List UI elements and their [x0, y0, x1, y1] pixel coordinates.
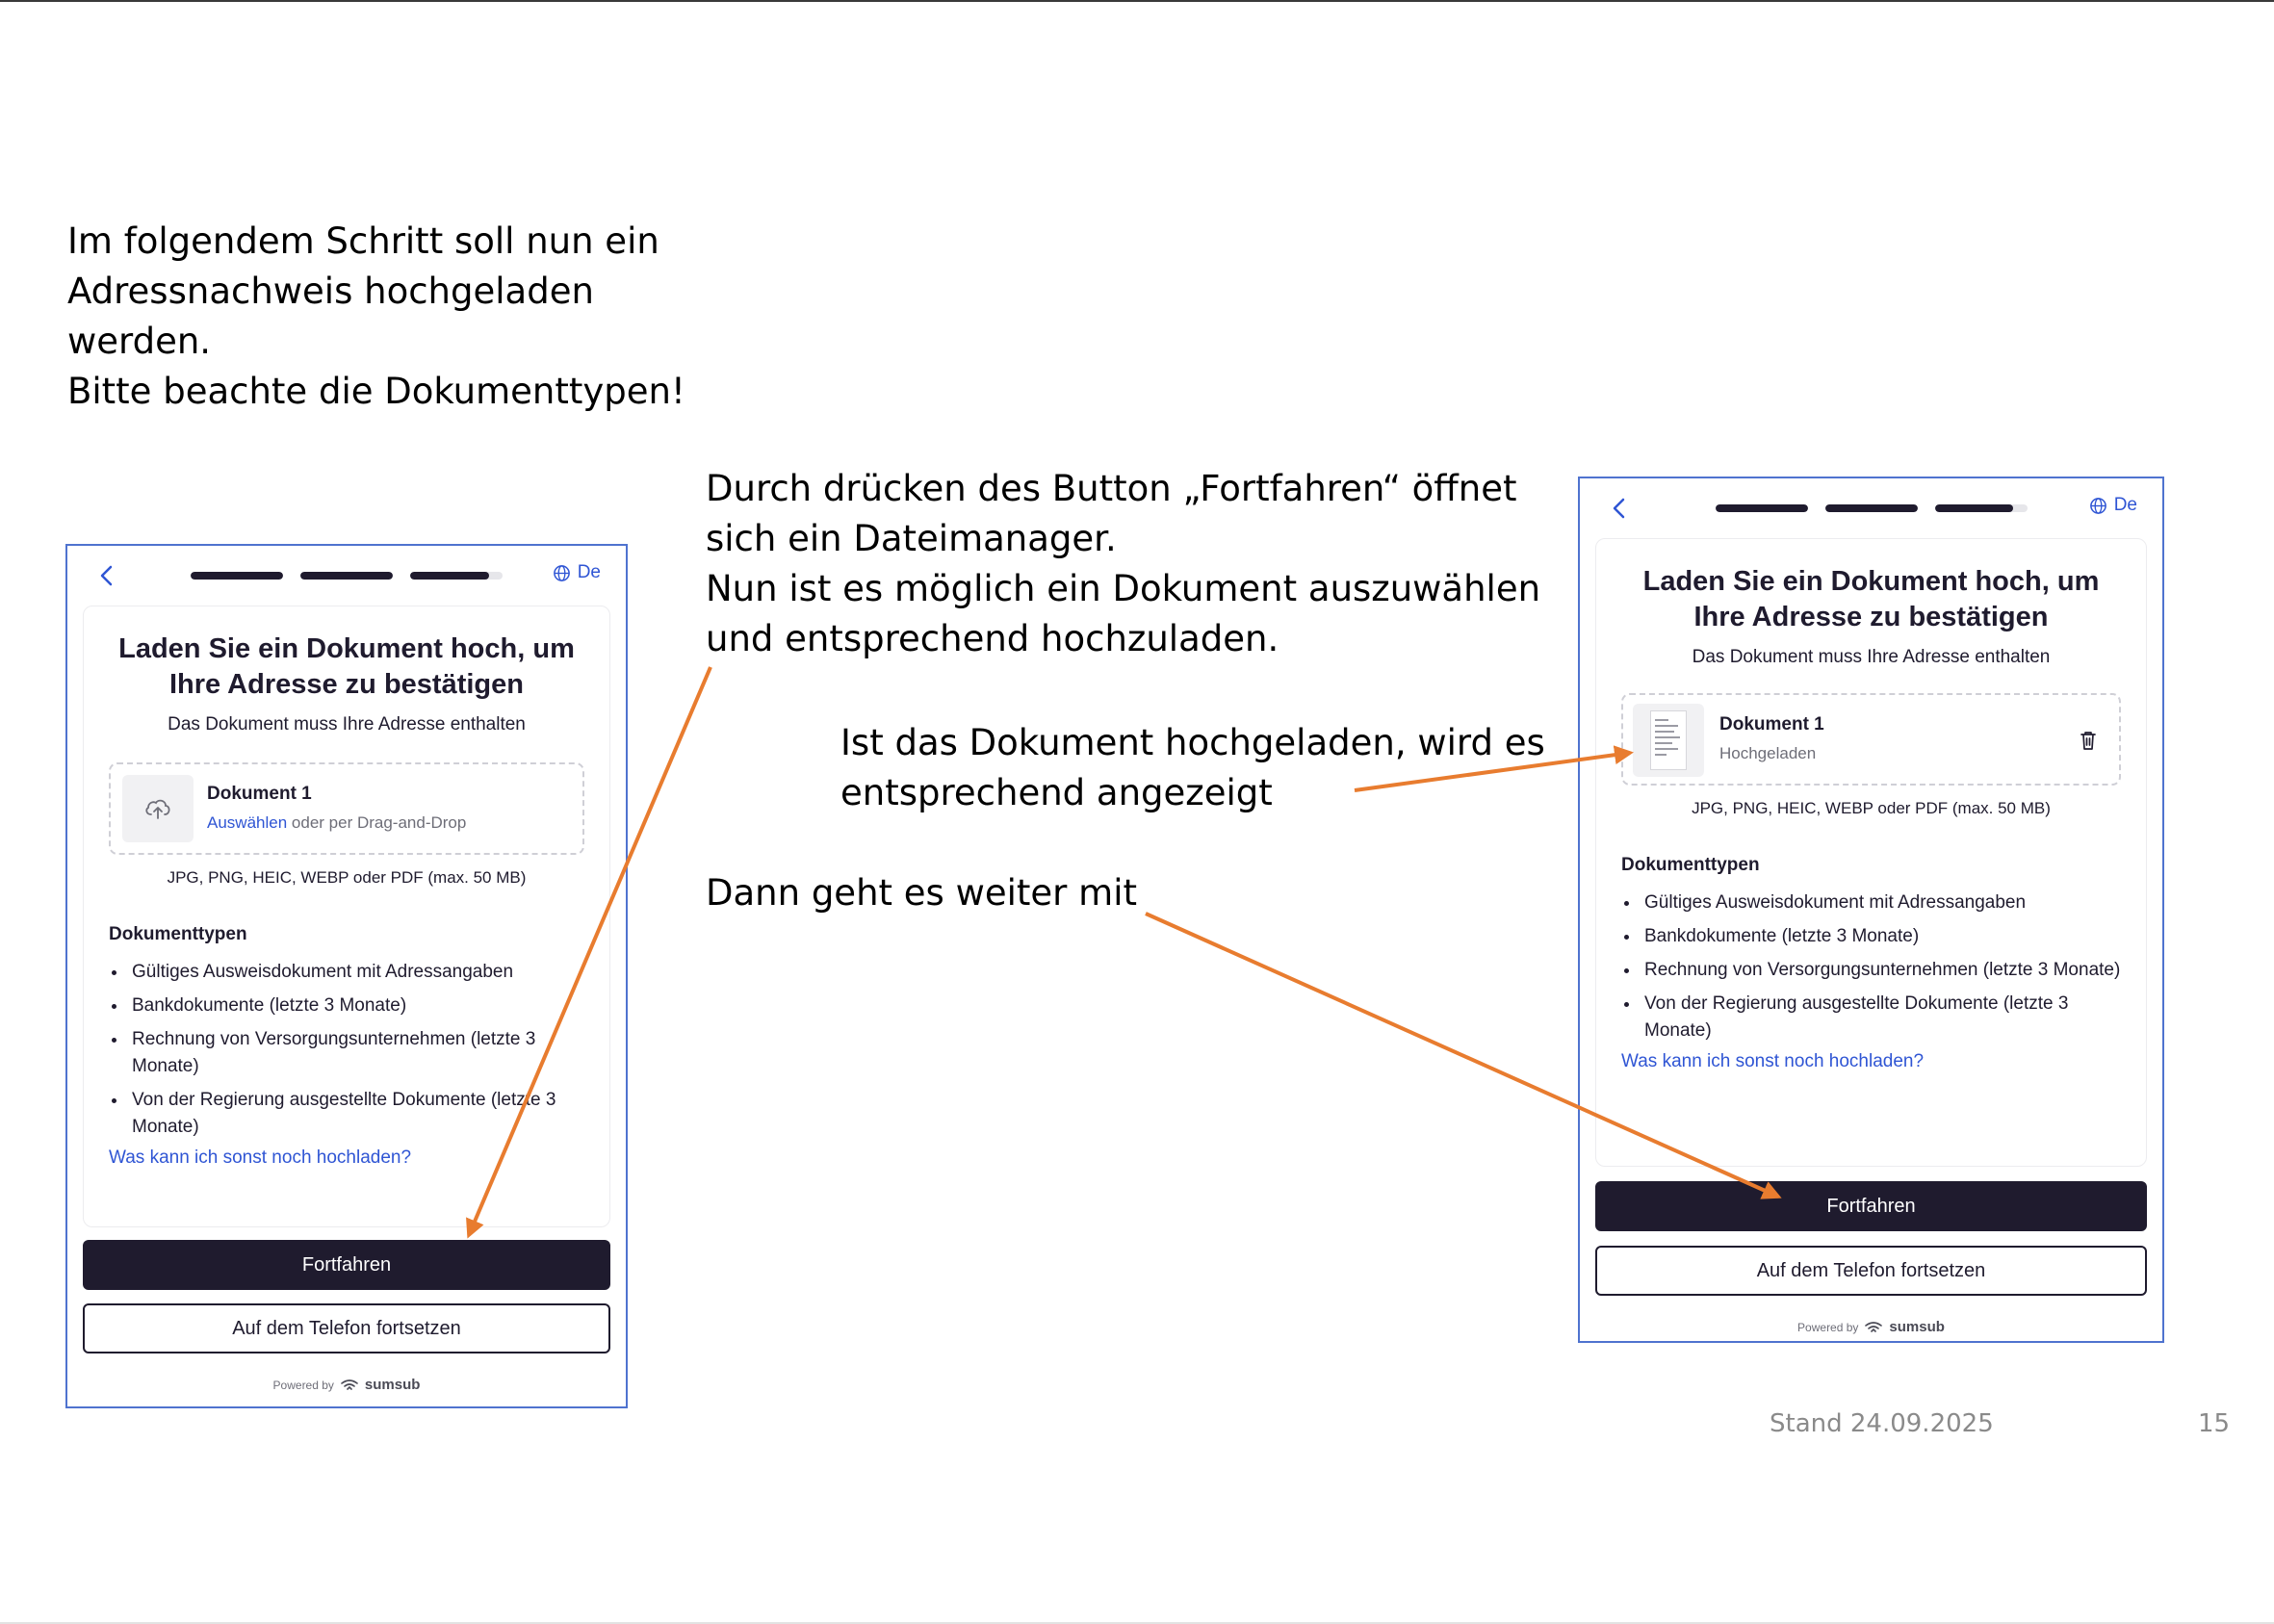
progress-fill	[1715, 504, 1808, 512]
progress-fill	[1824, 504, 1918, 512]
intro-line: Im folgendem Schritt soll nun ein	[67, 220, 659, 262]
progress-segment	[1824, 504, 1918, 512]
progress-segment	[1715, 504, 1808, 512]
phone-mockup-before-upload: De Laden Sie ein Dokument hoch, um Ihre …	[65, 544, 628, 1408]
progress-fill	[1934, 504, 2014, 512]
card-title: Laden Sie ein Dokument hoch, um Ihre Adr…	[1642, 566, 2100, 632]
uploaded-file-box: Dokument 1 Hochgeladen	[1621, 693, 2121, 786]
brand-name: sumsub	[1889, 1319, 1945, 1335]
step-line: Durch drücken des Button „Fortfahren“ öf…	[706, 468, 1517, 509]
slide-date: Stand 24.09.2025	[1770, 1409, 1994, 1438]
doctypes-heading: Dokumenttypen	[109, 924, 247, 944]
step-progress	[191, 572, 503, 580]
step-line: sich ein Dateimanager.	[706, 518, 1117, 559]
upload-dropzone[interactable]: Dokument 1 Auswählen oder per Drag-and-D…	[109, 762, 584, 855]
uploaded-line: entsprechend angezeigt	[840, 772, 1273, 813]
list-item: Gültiges Ausweisdokument mit Adressangab…	[1641, 889, 2121, 916]
progress-segment	[300, 572, 393, 580]
upload-status: Hochgeladen	[1719, 744, 1817, 762]
intro-line: Adressnachweis hochgeladen	[67, 271, 594, 312]
list-item: Rechnung von Versorgungsunternehmen (let…	[1641, 957, 2121, 984]
sumsub-logo-icon	[1865, 1321, 1883, 1332]
drag-drop-text: oder per Drag-and-Drop	[291, 813, 467, 832]
card-title: Laden Sie ein Dokument hoch, um Ihre Adr…	[118, 633, 575, 700]
intro-line: werden.	[67, 321, 212, 362]
step-description: Durch drücken des Button „Fortfahren“ öf…	[706, 464, 1540, 664]
upload-card: Laden Sie ein Dokument hoch, um Ihre Adr…	[83, 606, 610, 1227]
progress-segment	[191, 572, 283, 580]
more-uploads-link[interactable]: Was kann ich sonst noch hochladen?	[109, 1147, 584, 1169]
language-selector[interactable]: De	[2089, 495, 2137, 516]
accepted-formats: JPG, PNG, HEIC, WEBP oder PDF (max. 50 M…	[1692, 799, 2051, 817]
upload-card: Laden Sie ein Dokument hoch, um Ihre Adr…	[1595, 538, 2147, 1167]
intro-line: Bitte beachte die Dokumenttypen!	[67, 371, 685, 412]
progress-fill	[300, 572, 393, 580]
doctypes-list: Gültiges Ausweisdokument mit Adressangab…	[128, 959, 584, 1141]
continue-button[interactable]: Fortfahren	[1595, 1181, 2147, 1231]
document-name: Dokument 1	[1719, 714, 1824, 735]
powered-by-label: Powered by	[272, 1378, 334, 1392]
phone-mockup-uploaded: De Laden Sie ein Dokument hoch, um Ihre …	[1578, 477, 2164, 1343]
globe-icon	[553, 564, 570, 581]
sumsub-logo-icon	[341, 1379, 358, 1390]
back-chevron-icon[interactable]	[1609, 496, 1630, 521]
language-label: De	[577, 562, 601, 582]
language-selector[interactable]: De	[553, 562, 601, 583]
step-progress	[1715, 504, 2028, 512]
brand-name: sumsub	[364, 1377, 421, 1393]
continue-on-phone-button[interactable]: Auf dem Telefon fortsetzen	[1595, 1246, 2147, 1296]
document-page-icon	[1650, 710, 1687, 770]
accepted-formats: JPG, PNG, HEIC, WEBP oder PDF (max. 50 M…	[167, 868, 527, 887]
powered-by-label: Powered by	[1797, 1320, 1859, 1334]
continue-button[interactable]: Fortfahren	[83, 1240, 610, 1290]
step-line: und entsprechend hochzuladen.	[706, 618, 1279, 659]
list-item: Bankdokumente (letzte 3 Monate)	[1641, 923, 2121, 950]
card-subtitle: Das Dokument muss Ihre Adresse enthalten	[1692, 647, 2051, 667]
next-step-description: Dann geht es weiter mit	[706, 868, 1137, 918]
list-item: Bankdokumente (letzte 3 Monate)	[128, 992, 584, 1019]
powered-by: Powered by sumsub	[67, 1377, 626, 1393]
list-item: Von der Regierung ausgestellte Dokumente…	[1641, 991, 2121, 1044]
continue-on-phone-button[interactable]: Auf dem Telefon fortsetzen	[83, 1303, 610, 1353]
document-thumbnail[interactable]	[1633, 704, 1704, 777]
progress-segment	[410, 572, 503, 580]
trash-icon[interactable]	[2079, 730, 2098, 751]
uploaded-description: Ist das Dokument hochgeladen, wird es en…	[840, 718, 1545, 818]
uploaded-line: Ist das Dokument hochgeladen, wird es	[840, 722, 1545, 763]
document-name: Dokument 1	[207, 784, 312, 804]
back-chevron-icon[interactable]	[96, 563, 117, 588]
phone-header: De	[67, 546, 626, 606]
progress-segment	[1934, 504, 2028, 512]
choose-file-link[interactable]: Auswählen	[207, 813, 287, 832]
more-uploads-link[interactable]: Was kann ich sonst noch hochladen?	[1621, 1051, 2121, 1072]
intro-text: Im folgendem Schritt soll nun ein Adress…	[67, 217, 685, 417]
doctypes-heading: Dokumenttypen	[1621, 855, 1760, 875]
progress-fill	[410, 572, 489, 580]
card-subtitle: Das Dokument muss Ihre Adresse enthalten	[168, 714, 526, 735]
next-line: Dann geht es weiter mit	[706, 872, 1137, 914]
upload-hint: Auswählen oder per Drag-and-Drop	[207, 813, 466, 833]
globe-icon	[2089, 497, 2106, 514]
doctypes-list: Gültiges Ausweisdokument mit Adressangab…	[1641, 889, 2121, 1044]
language-label: De	[2113, 495, 2137, 515]
list-item: Von der Regierung ausgestellte Dokumente…	[128, 1087, 584, 1141]
list-item: Rechnung von Versorgungsunternehmen (let…	[128, 1026, 584, 1080]
powered-by: Powered by sumsub	[1580, 1319, 2162, 1335]
list-item: Gültiges Ausweisdokument mit Adressangab…	[128, 959, 584, 986]
cloud-upload-icon	[122, 775, 194, 842]
slide-top-rule	[0, 0, 2274, 2]
step-line: Nun ist es möglich ein Dokument auszuwäh…	[706, 568, 1541, 609]
phone-header: De	[1580, 478, 2162, 538]
progress-fill	[191, 572, 283, 580]
slide-page-number: 15	[2198, 1409, 2231, 1438]
